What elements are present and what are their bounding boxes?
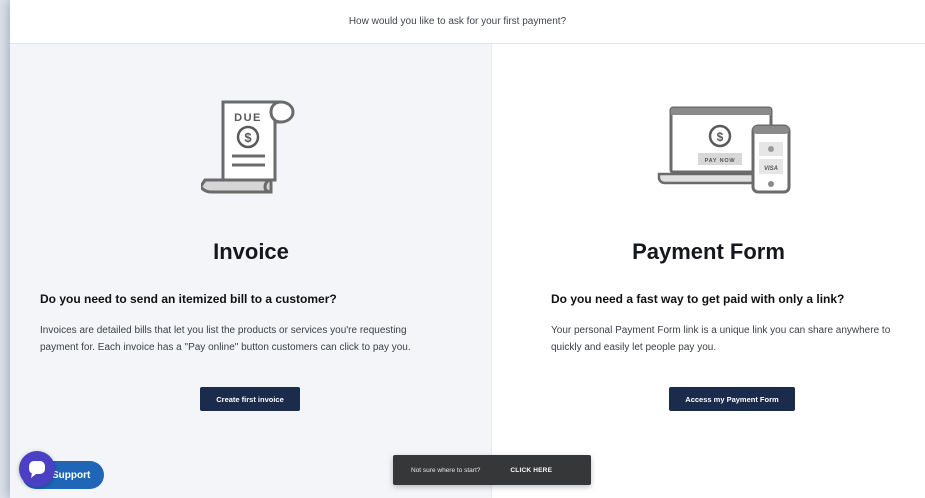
invoice-title: Invoice — [213, 239, 289, 264]
app-frame: How would you like to ask for your first… — [10, 0, 925, 498]
header-prompt: How would you like to ask for your first… — [348, 16, 567, 27]
help-bar: Not sure where to start? CLICK HERE — [393, 455, 591, 485]
svg-text:$: $ — [717, 130, 724, 144]
visa-label: VISA — [764, 166, 778, 172]
svg-text:$: $ — [244, 130, 252, 145]
payment-form-description: Your personal Payment Form link is a uni… — [551, 325, 891, 353]
invoice-option-panel[interactable]: DUE $ Invoice Do you need to send an ite… — [10, 44, 492, 498]
invoice-description: Invoices are detailed bills that let you… — [40, 325, 411, 353]
chat-icon[interactable] — [19, 451, 55, 487]
payment-form-option-panel[interactable]: $ PAY NOW VISA Payment Form Do you need … — [492, 44, 925, 498]
help-question: Not sure where to start? — [411, 466, 481, 474]
laptop-phone-payment-icon: $ PAY NOW VISA — [657, 104, 797, 204]
due-label: DUE — [234, 112, 262, 124]
support-label: Support — [52, 469, 91, 481]
invoice-scroll-icon: DUE $ — [199, 94, 301, 204]
payment-form-title: Payment Form — [632, 239, 785, 264]
click-here-link[interactable]: CLICK HERE — [510, 467, 552, 474]
pay-now-label: PAY NOW — [705, 158, 736, 164]
payment-form-question: Do you need a fast way to get paid with … — [551, 292, 845, 306]
options-container: DUE $ Invoice Do you need to send an ite… — [10, 44, 925, 498]
access-payment-form-button[interactable]: Access my Payment Form — [669, 387, 795, 411]
page-header: How would you like to ask for your first… — [10, 0, 925, 44]
invoice-question: Do you need to send an itemized bill to … — [40, 292, 337, 306]
create-first-invoice-button[interactable]: Create first invoice — [200, 387, 300, 411]
